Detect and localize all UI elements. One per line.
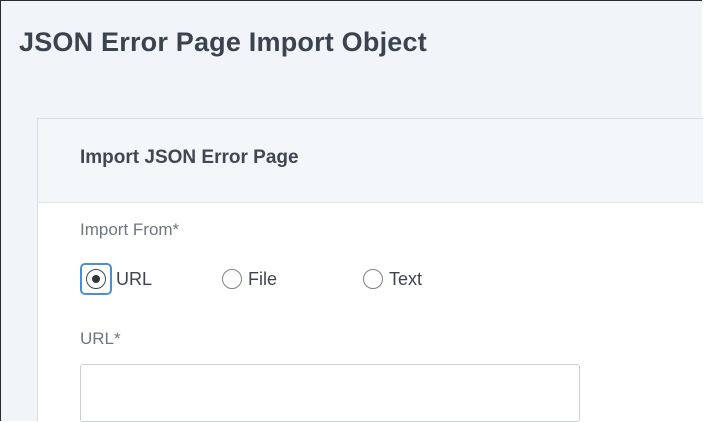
page-frame: JSON Error Page Import Object Import JSO… [0,0,703,422]
radio-label-url: URL [116,268,153,289]
url-input[interactable] [80,364,580,422]
radio-option-url[interactable]: URL [80,263,152,295]
radio-option-file[interactable]: File [222,263,277,295]
url-label: URL* [80,329,121,348]
radio-button-text[interactable] [363,269,383,289]
import-from-label: Import From* [80,220,180,239]
panel-header: Import JSON Error Page [38,119,703,203]
import-panel: Import JSON Error Page Import From* URL … [37,118,703,422]
focus-ring [80,263,112,295]
radio-option-text[interactable]: Text [363,263,422,295]
radio-button-file[interactable] [222,269,242,289]
panel-title: Import JSON Error Page [80,147,299,168]
radio-button-url[interactable] [86,269,106,289]
radio-label-text: Text [389,268,423,289]
radio-label-file: File [248,268,278,289]
page-title: JSON Error Page Import Object [19,27,427,57]
